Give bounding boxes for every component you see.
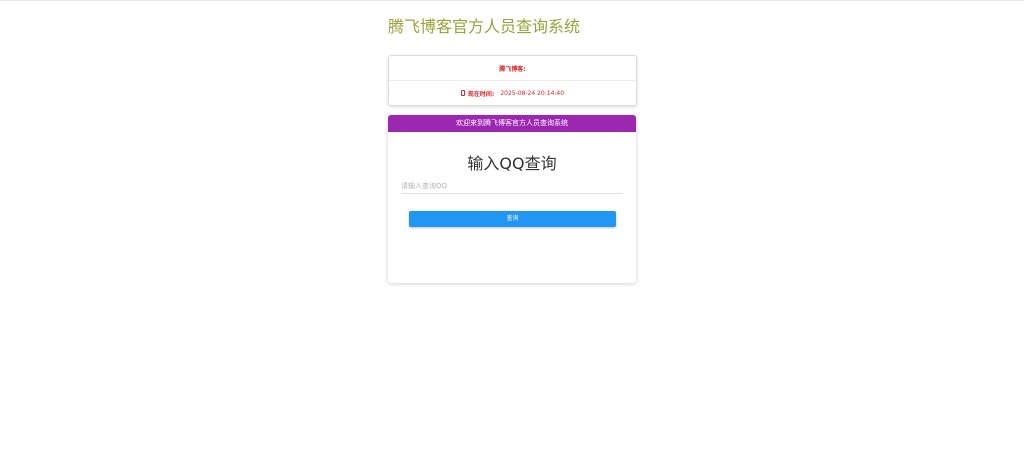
query-card-header: 欢迎来到腾飞博客官方人员查询系统 bbox=[388, 115, 636, 132]
info-card: 腾飞博客: 现在时间: 2025-08-24 20:14:40 bbox=[388, 55, 637, 106]
qq-input[interactable] bbox=[401, 178, 623, 194]
blog-info-row: 腾飞博客: bbox=[389, 56, 636, 81]
query-button[interactable]: 查询 bbox=[409, 211, 616, 227]
current-time: 2025-08-24 20:14:40 bbox=[500, 89, 565, 97]
query-title: 输入QQ查询 bbox=[467, 154, 557, 173]
page-title: 腾飞博客官方人员查询系统 bbox=[388, 17, 581, 36]
time-label: 现在时间: bbox=[467, 90, 495, 98]
page-container: 腾飞博客官方人员查询系统 腾飞博客: 现在时间: 2025-08-24 20:1… bbox=[388, 0, 637, 283]
time-info-row: 现在时间: 2025-08-24 20:14:40 bbox=[389, 81, 636, 105]
query-card: 欢迎来到腾飞博客官方人员查询系统 输入QQ查询 查询 bbox=[388, 115, 636, 283]
blog-label: 腾飞博客: bbox=[499, 65, 526, 73]
clock-icon bbox=[460, 90, 465, 96]
